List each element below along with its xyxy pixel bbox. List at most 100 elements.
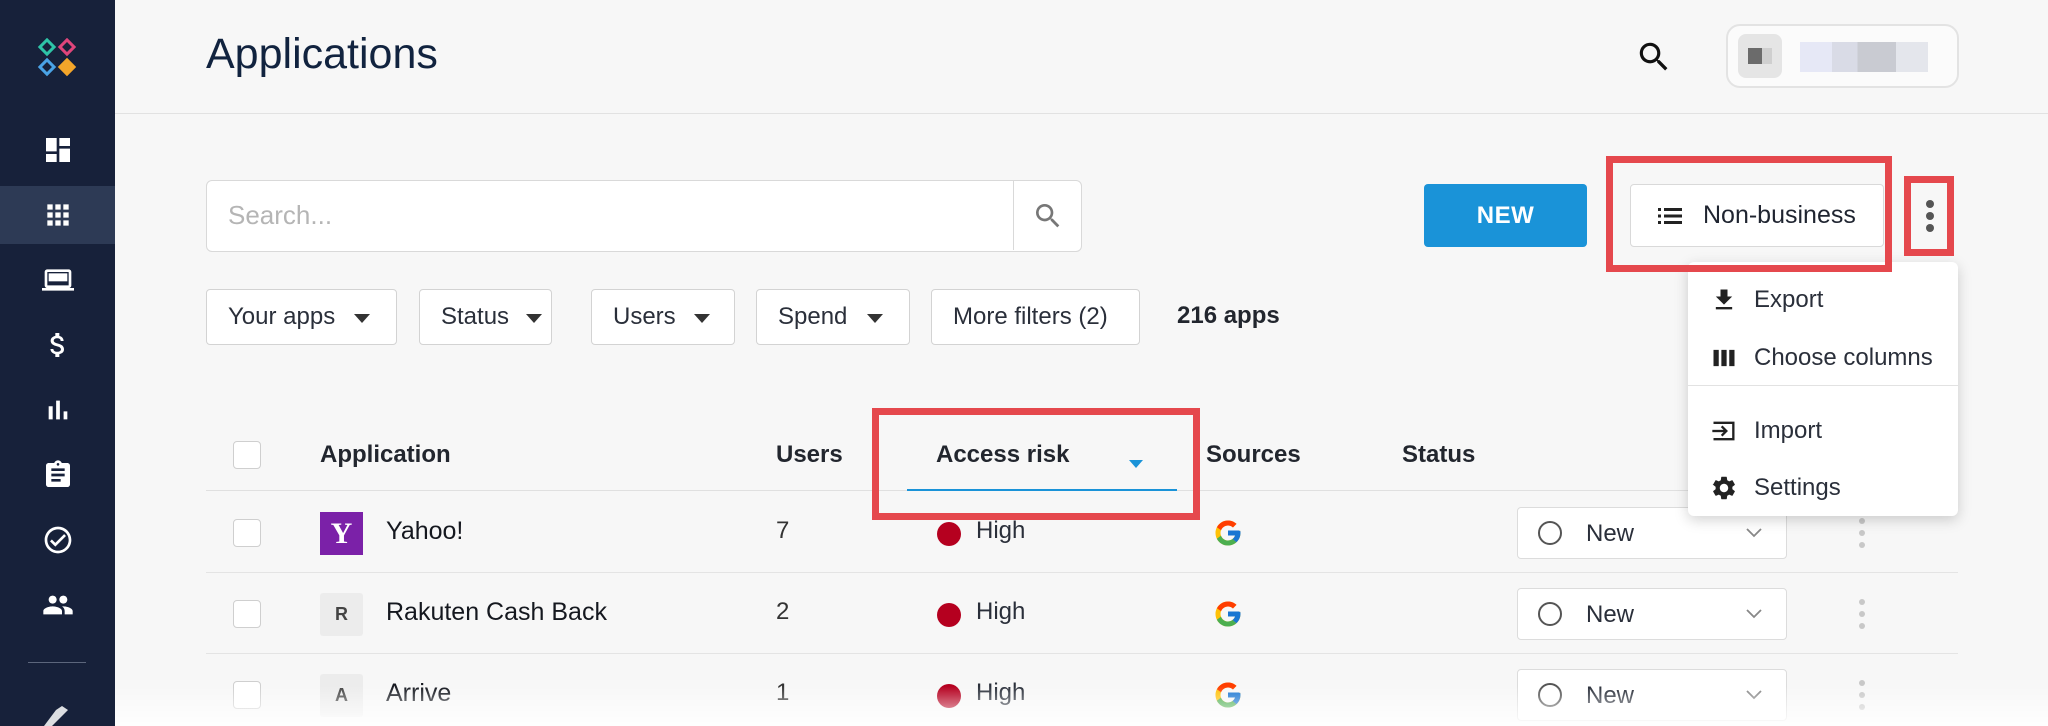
sidebar-item-tasks[interactable] bbox=[0, 446, 115, 504]
row-checkbox[interactable] bbox=[233, 681, 261, 709]
status-circle-icon bbox=[1538, 602, 1562, 626]
sidebar-divider bbox=[28, 662, 86, 663]
sidebar-item-dashboard[interactable] bbox=[0, 121, 115, 179]
bar-chart-icon bbox=[48, 400, 67, 420]
row-kebab-icon[interactable] bbox=[1856, 515, 1868, 551]
apps-grid-icon bbox=[46, 204, 69, 226]
google-icon bbox=[1215, 682, 1241, 708]
search-icon[interactable] bbox=[1635, 38, 1673, 76]
user-count: 1 bbox=[776, 679, 790, 706]
app-name[interactable]: Arrive bbox=[386, 679, 451, 708]
row-kebab-icon[interactable] bbox=[1856, 677, 1868, 713]
app-logo: R bbox=[320, 593, 363, 636]
filter-label: Spend bbox=[778, 303, 848, 330]
row-kebab-icon[interactable] bbox=[1856, 596, 1868, 632]
row-checkbox[interactable] bbox=[233, 519, 261, 547]
sidebar-item-devices[interactable] bbox=[0, 251, 115, 309]
status-circle-icon bbox=[1538, 521, 1562, 545]
chevron-down-icon bbox=[1746, 690, 1762, 700]
people-icon bbox=[42, 595, 73, 615]
filter-label: Your apps bbox=[228, 303, 336, 330]
import-icon bbox=[1712, 421, 1735, 441]
clipboard-icon bbox=[45, 460, 70, 487]
menu-item-label: Settings bbox=[1754, 474, 1841, 501]
user-count: 2 bbox=[776, 598, 790, 625]
search-icon bbox=[1035, 203, 1059, 227]
risk-label: High bbox=[976, 517, 1026, 544]
google-icon bbox=[1215, 601, 1241, 627]
chevron-down-icon bbox=[1746, 609, 1762, 619]
caret-down-icon bbox=[354, 314, 370, 323]
sidebar-item-reports[interactable] bbox=[0, 381, 115, 439]
status-label: New bbox=[1586, 601, 1635, 628]
sidebar-item-users[interactable] bbox=[0, 576, 115, 634]
search-input[interactable] bbox=[207, 181, 1013, 250]
risk-high-icon bbox=[937, 603, 961, 627]
download-icon bbox=[1715, 289, 1733, 310]
menu-item-settings[interactable]: Settings bbox=[1688, 462, 1958, 514]
table-row[interactable]: A Arrive 1 High New bbox=[206, 655, 1958, 726]
status-label: New bbox=[1586, 682, 1635, 709]
caret-down-icon bbox=[526, 314, 542, 323]
menu-item-import[interactable]: Import bbox=[1688, 405, 1958, 457]
select-all-checkbox[interactable] bbox=[233, 441, 261, 469]
new-button[interactable]: NEW bbox=[1424, 184, 1587, 247]
status-label: New bbox=[1586, 520, 1635, 547]
column-header-users[interactable]: Users bbox=[776, 441, 843, 469]
list-icon bbox=[1658, 208, 1682, 224]
search-box bbox=[206, 180, 1082, 252]
filter-label: More filters (2) bbox=[953, 303, 1108, 330]
risk-high-icon bbox=[937, 522, 961, 546]
user-menu[interactable] bbox=[1726, 24, 1959, 88]
app-logo: Y bbox=[320, 512, 363, 555]
more-options-button[interactable] bbox=[1915, 184, 1945, 247]
app-name[interactable]: Rakuten Cash Back bbox=[386, 598, 607, 627]
status-select[interactable]: New bbox=[1517, 588, 1787, 640]
view-selector-label: Non-business bbox=[1703, 201, 1856, 229]
google-icon bbox=[1215, 520, 1241, 546]
column-header-status[interactable]: Status bbox=[1402, 441, 1475, 469]
column-header-access-risk[interactable]: Access risk bbox=[936, 441, 1069, 469]
gear-icon bbox=[1712, 476, 1735, 500]
status-circle-icon bbox=[1538, 683, 1562, 707]
avatar bbox=[1738, 34, 1782, 78]
filter-your-apps[interactable]: Your apps bbox=[206, 289, 397, 345]
menu-item-export[interactable]: Export bbox=[1688, 274, 1958, 326]
wrench-icon[interactable] bbox=[38, 700, 72, 726]
view-selector-button[interactable]: Non-business bbox=[1630, 184, 1884, 247]
sidebar-item-spend[interactable] bbox=[0, 316, 115, 374]
risk-label: High bbox=[976, 679, 1026, 706]
sort-desc-icon[interactable] bbox=[1129, 460, 1143, 468]
user-name bbox=[1800, 42, 1928, 72]
sidebar bbox=[0, 0, 115, 726]
risk-high-icon bbox=[937, 684, 961, 708]
caret-down-icon bbox=[867, 314, 883, 323]
app-name[interactable]: Yahoo! bbox=[386, 517, 463, 546]
apps-count: 216 apps bbox=[1177, 302, 1280, 329]
caret-down-icon bbox=[694, 314, 710, 323]
search-button[interactable] bbox=[1013, 181, 1081, 250]
column-header-application[interactable]: Application bbox=[320, 441, 451, 469]
sidebar-item-reviews[interactable] bbox=[0, 511, 115, 569]
app-logo: A bbox=[320, 674, 363, 717]
filter-users[interactable]: Users bbox=[591, 289, 735, 345]
menu-item-choose-columns[interactable]: Choose columns bbox=[1688, 332, 1958, 384]
menu-item-label: Export bbox=[1754, 286, 1824, 313]
filter-spend[interactable]: Spend bbox=[756, 289, 910, 345]
dollar-icon bbox=[49, 333, 64, 357]
table-row[interactable]: R Rakuten Cash Back 2 High New bbox=[206, 574, 1958, 654]
filter-more[interactable]: More filters (2) bbox=[931, 289, 1140, 345]
page-title: Applications bbox=[206, 30, 438, 78]
filter-status[interactable]: Status bbox=[419, 289, 552, 345]
computer-icon bbox=[41, 269, 74, 291]
sidebar-item-applications[interactable] bbox=[0, 186, 115, 244]
menu-divider bbox=[1688, 385, 1958, 386]
more-options-menu: Export Choose columns Import Settings bbox=[1688, 262, 1958, 516]
column-header-sources[interactable]: Sources bbox=[1206, 441, 1301, 469]
risk-label: High bbox=[976, 598, 1026, 625]
chevron-down-icon bbox=[1746, 528, 1762, 538]
status-select[interactable]: New bbox=[1517, 669, 1787, 721]
logo-icon[interactable] bbox=[36, 38, 80, 82]
menu-item-label: Choose columns bbox=[1754, 344, 1933, 371]
row-checkbox[interactable] bbox=[233, 600, 261, 628]
